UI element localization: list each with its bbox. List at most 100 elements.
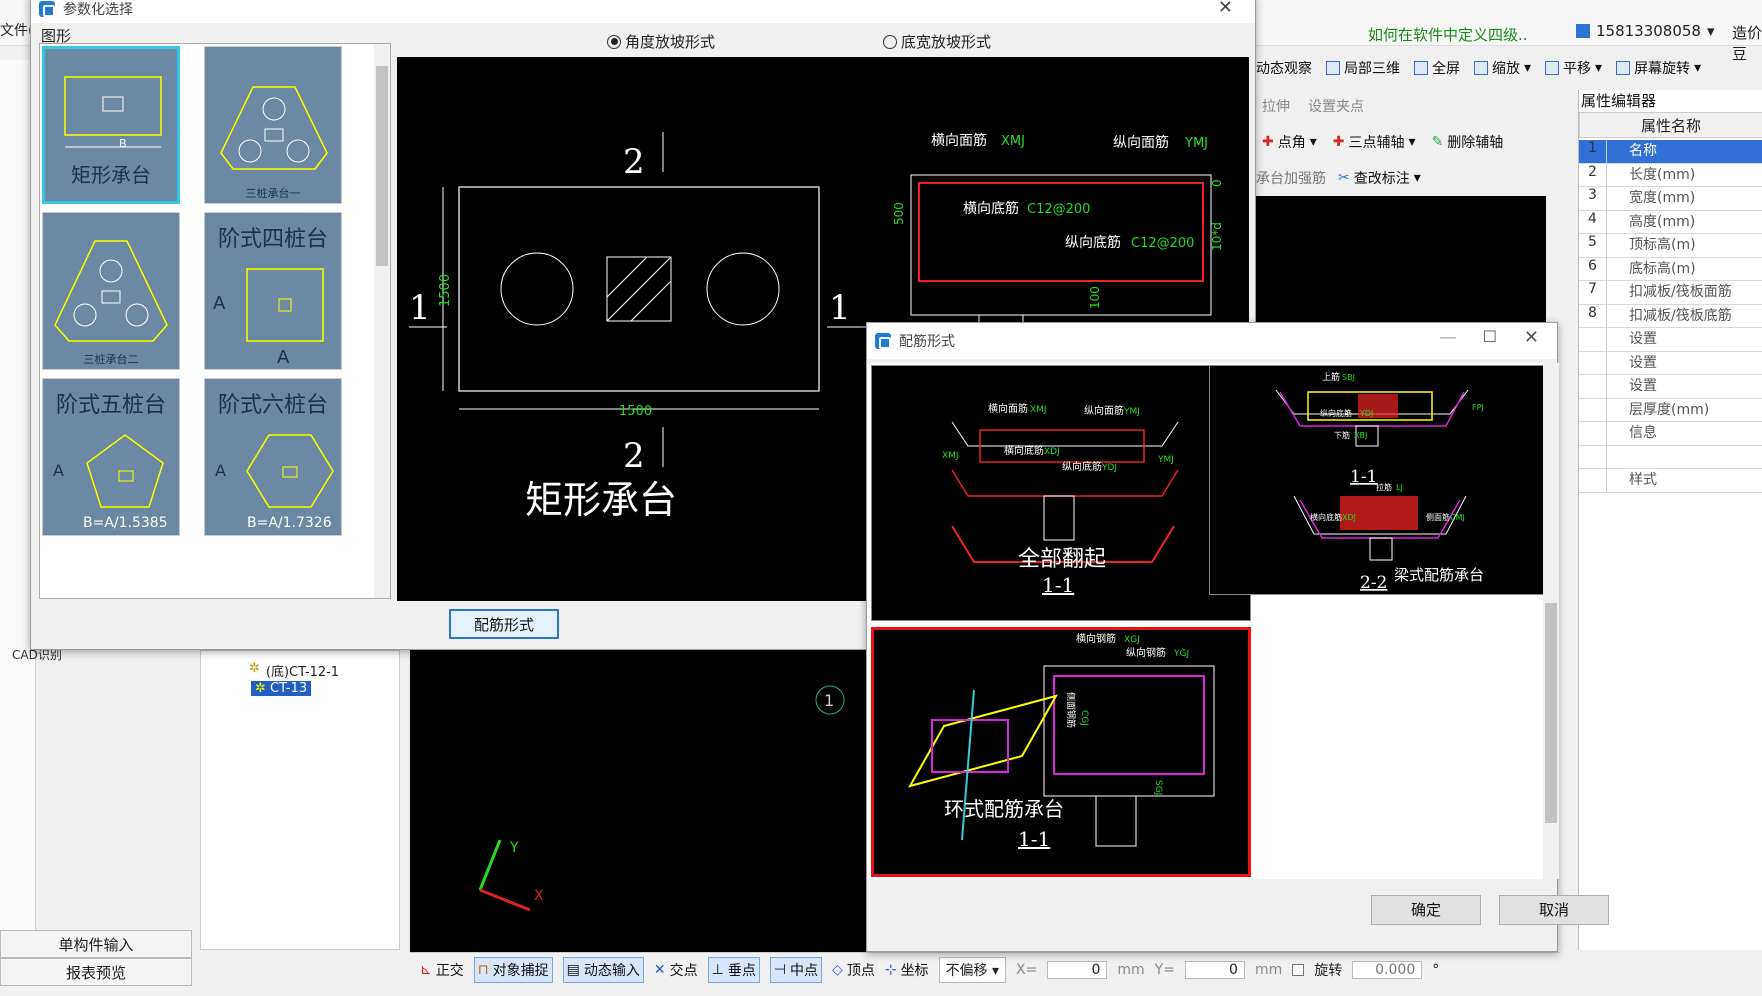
property-row[interactable]: 3 宽度(mm): [1579, 187, 1762, 211]
ortho-toggle[interactable]: ⊾ 正交: [420, 960, 464, 980]
option-all-flip[interactable]: 横向面筋 XMJ 纵向面筋 YMJ 横向底筋 XDJ 纵向底筋 YDJ YMJ …: [871, 365, 1251, 621]
tool-edit-annotation[interactable]: ✂ 查改标注 ▾: [1338, 168, 1421, 188]
snap-perpendicular[interactable]: ⊥ 垂点: [707, 956, 760, 983]
property-row[interactable]: 层厚度(mm): [1579, 398, 1762, 422]
tool-point-angle[interactable]: ✚ 点角 ▾: [1262, 132, 1317, 152]
tool-local-3d[interactable]: 局部三维: [1326, 58, 1400, 78]
tool-rotate-screen[interactable]: 屏幕旋转 ▾: [1616, 58, 1701, 78]
all-flip-label: 全部翻起: [1018, 547, 1106, 572]
row-number: 2: [1579, 163, 1607, 186]
drawing-canvas-main[interactable]: 1 Y X: [410, 640, 870, 952]
price-points[interactable]: 造价豆: [1732, 22, 1762, 64]
property-row[interactable]: 设置: [1579, 351, 1762, 375]
three-pile-1-svg: [220, 86, 328, 170]
property-row[interactable]: 4 高度(mm): [1579, 210, 1762, 234]
section-mark-left: 1: [409, 288, 431, 328]
property-row[interactable]: 7 扣减板/筏板面筋: [1579, 281, 1762, 305]
thumb-step-five-pile[interactable]: 阶式五桩台 A B=A/1.5385: [42, 378, 180, 536]
row-name: 信息: [1629, 425, 1657, 441]
tool-fullscreen[interactable]: 全屏: [1414, 58, 1460, 78]
tool-cap-reinforce[interactable]: 承台加强筋: [1256, 168, 1326, 188]
tool-pan[interactable]: 平移 ▾: [1545, 58, 1602, 78]
row-number: [1579, 422, 1607, 445]
gear-icon: ✲: [249, 661, 260, 676]
peijin-grid: 横向面筋 XMJ 纵向面筋 YMJ 横向底筋 XDJ 纵向底筋 YDJ YMJ …: [867, 363, 1545, 879]
hand-icon: [1545, 61, 1560, 75]
thumb-formula: B=A/1.5385: [83, 515, 168, 531]
tool-stretch[interactable]: 拉伸: [1262, 96, 1290, 116]
rotate-checkbox[interactable]: [1292, 963, 1305, 976]
snap-vertex[interactable]: ◇ 顶点: [832, 960, 875, 980]
scroll-thumb[interactable]: [376, 66, 388, 266]
drawing-canvas-right[interactable]: [1256, 196, 1546, 322]
all-flip-cc: XDJ: [1044, 447, 1060, 457]
snap-midpoint[interactable]: ⊣ 中点: [769, 956, 823, 983]
cancel-button[interactable]: 取消: [1499, 895, 1609, 925]
option-beam-cap[interactable]: 上筋 SBJ 纵向底筋 YDJ 下筋 XBJ 拉筋 LJ 横向底筋 XDJ 侧面…: [1209, 365, 1545, 595]
close-icon[interactable]: ✕: [1218, 0, 1233, 18]
property-row[interactable]: 8 扣减板/筏板底筋: [1579, 304, 1762, 328]
maximize-icon[interactable]: ☐: [1483, 327, 1497, 346]
property-row[interactable]: [1579, 445, 1762, 469]
single-input-button[interactable]: 单构件输入: [0, 930, 192, 958]
minimize-icon[interactable]: —: [1439, 327, 1457, 348]
y-unit: mm: [1254, 961, 1283, 978]
tool-grip[interactable]: 设置夹点: [1308, 96, 1364, 116]
all-flip-ac: XMJ: [1030, 405, 1047, 415]
property-row[interactable]: 设置: [1579, 328, 1762, 352]
snap-intersection[interactable]: ✕ 交点: [654, 960, 698, 980]
property-row[interactable]: 6 底标高(m): [1579, 257, 1762, 281]
option-ring-cap[interactable]: 横向钢筋 XGJ 纵向钢筋 YGJ 侧面钢筋 CGJ SGJ 环式配筋承台 1-…: [871, 627, 1251, 877]
snap-coordinate[interactable]: ⊹ 坐标: [885, 960, 929, 980]
property-row[interactable]: 样式: [1579, 469, 1762, 493]
report-preview-button[interactable]: 报表预览: [0, 958, 192, 986]
property-row[interactable]: 2 长度(mm): [1579, 163, 1762, 187]
tree-item-ct12[interactable]: ✲ (底)CT-12-1: [249, 661, 339, 680]
radio-angle-slope[interactable]: 角度放坡形式: [607, 31, 715, 52]
x-input[interactable]: 0: [1047, 960, 1108, 979]
tool-three-point-axis[interactable]: ✚ 三点辅轴 ▾: [1333, 132, 1416, 152]
thumb-three-pile-2[interactable]: 三桩承台二: [42, 212, 180, 370]
user-account[interactable]: 15813308058 ▾: [1576, 22, 1715, 40]
radio-bottom-width-slope[interactable]: 底宽放坡形式: [883, 31, 991, 52]
menu-file[interactable]: 文件(: [0, 20, 33, 40]
thumb-three-pile-1[interactable]: 三桩承台一: [204, 46, 342, 204]
edit-toolbar: 拉伸 设置夹点: [1262, 96, 1364, 116]
y-input[interactable]: 0: [1184, 960, 1245, 979]
ring-sec: 1-1: [1018, 827, 1050, 851]
perp-icon: ⊥: [711, 961, 724, 978]
scroll-thumb[interactable]: [1545, 603, 1557, 823]
thumb-label: 三桩承台一: [245, 187, 301, 200]
tool-dynamic-view[interactable]: 动态观察: [1256, 58, 1312, 78]
section-mark-bottom: 2: [623, 436, 645, 476]
row-name: 样式: [1629, 472, 1657, 488]
shape-list-scrollbar[interactable]: [374, 44, 390, 598]
thumb-step-six-pile[interactable]: 阶式六桩台 A B=A/1.7326: [204, 378, 342, 536]
dynamic-input-toggle[interactable]: ▤ 动态输入: [562, 956, 644, 983]
snap-toggle[interactable]: ⊓ 对象捕捉: [473, 956, 553, 983]
row-number: [1579, 398, 1607, 421]
thumb-step-four-pile[interactable]: 阶式四桩台 A A: [204, 212, 342, 370]
all-flip-c: 横向底筋: [1004, 444, 1044, 457]
help-link[interactable]: 如何在软件中定义四级..: [1368, 24, 1528, 45]
tool-zoom[interactable]: 缩放 ▾: [1474, 58, 1531, 78]
tree-item-ct13[interactable]: ✲ CT-13: [251, 681, 312, 696]
property-row[interactable]: 5 顶标高(m): [1579, 234, 1762, 258]
peijin-scrollbar[interactable]: [1543, 363, 1559, 879]
app-icon: [875, 333, 891, 349]
beam-sec2: 2-2: [1360, 573, 1387, 593]
property-row[interactable]: 信息: [1579, 422, 1762, 446]
offset-select[interactable]: 不偏移 ▾: [938, 956, 1007, 983]
ring-ac: XGJ: [1124, 635, 1140, 645]
component-tree: ✲ (底)CT-12-1 ✲ CT-13: [200, 650, 400, 950]
ok-button[interactable]: 确定: [1371, 895, 1481, 925]
property-row[interactable]: 1 名称: [1579, 140, 1762, 164]
reinforce-form-button[interactable]: 配筋形式: [449, 609, 559, 639]
property-row[interactable]: 设置: [1579, 375, 1762, 399]
thumb-rect-cap[interactable]: 矩形承台 B: [42, 46, 180, 204]
rotate-input[interactable]: 0.000: [1352, 960, 1423, 979]
ring-label: 环式配筋承台: [944, 797, 1064, 821]
tool-delete-axis[interactable]: ✎ 删除辅轴: [1432, 132, 1504, 152]
close-icon[interactable]: ✕: [1524, 327, 1539, 348]
x-axis-label: X: [534, 888, 544, 904]
